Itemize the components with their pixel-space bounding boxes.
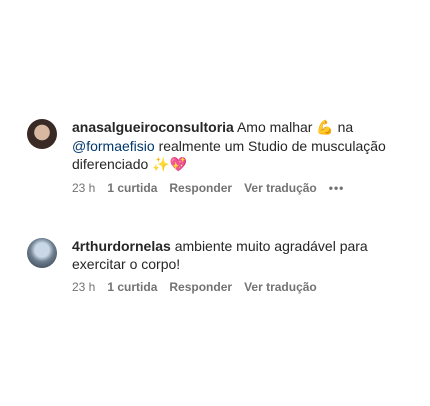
likes-count[interactable]: 1 curtida [107,180,157,196]
more-options-icon[interactable]: ••• [329,180,345,196]
reply-button[interactable]: Responder [169,279,232,295]
sparkle-heart-emoji-icon: ✨💖 [152,157,188,173]
see-translation-button[interactable]: Ver tradução [244,180,317,196]
comment-username[interactable]: anasalgueiroconsultoria [72,119,234,135]
comment-meta: 23 h 1 curtida Responder Ver tradução ••… [72,180,422,196]
comment-body: anasalgueiroconsultoria Amo malhar 💪 na … [72,118,422,196]
comment-text: 4rthurdornelas ambiente muito agradável … [72,237,422,273]
comment-time[interactable]: 23 h [72,180,95,196]
comment-body: 4rthurdornelas ambiente muito agradável … [72,237,422,295]
comment-item: 4rthurdornelas ambiente muito agradável … [27,237,422,295]
comment-text-part: na [333,119,354,135]
comment-username[interactable]: 4rthurdornelas [72,238,171,254]
muscle-emoji-icon: 💪 [316,120,334,136]
mention-link[interactable]: @formaefisio [72,138,155,154]
comment-text-part: Amo malhar [236,119,317,135]
reply-button[interactable]: Responder [169,180,232,196]
comment-time[interactable]: 23 h [72,279,95,295]
comment-text: anasalgueiroconsultoria Amo malhar 💪 na … [72,118,422,174]
see-translation-button[interactable]: Ver tradução [244,279,317,295]
comment-item: anasalgueiroconsultoria Amo malhar 💪 na … [27,118,422,196]
comment-meta: 23 h 1 curtida Responder Ver tradução [72,279,422,295]
avatar[interactable] [27,238,57,268]
likes-count[interactable]: 1 curtida [107,279,157,295]
avatar[interactable] [27,119,57,149]
